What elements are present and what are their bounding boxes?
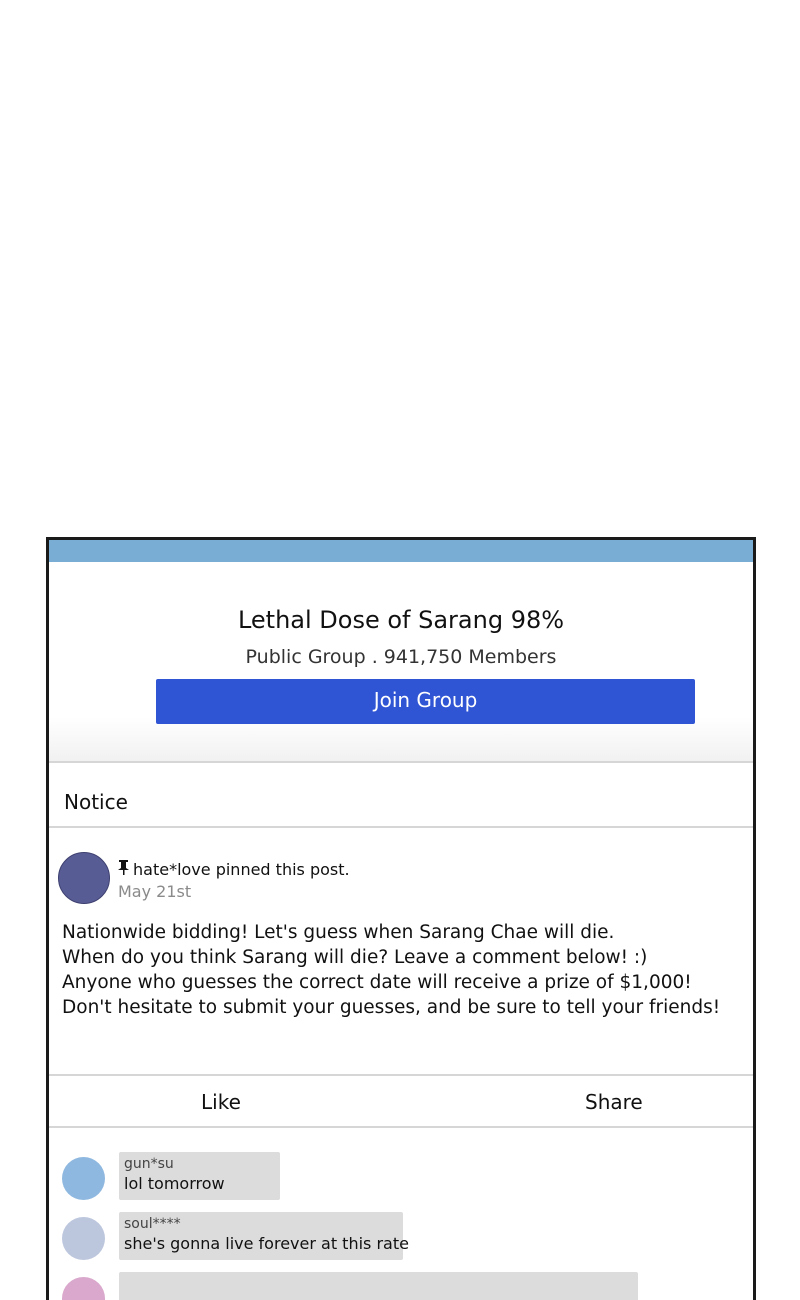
pinned-info: hate*love pinned this post. (118, 860, 350, 879)
group-title: Lethal Dose of Sarang 98% (237, 606, 565, 634)
comment-text: she's gonna live forever at this rate (124, 1234, 409, 1253)
group-card: Lethal Dose of Sarang 98% Public Group .… (46, 537, 756, 1300)
group-header: Lethal Dose of Sarang 98% Public Group .… (49, 562, 753, 763)
top-accent-bar (49, 540, 753, 562)
like-button[interactable]: Like (201, 1090, 241, 1114)
post-actions: Like Share (49, 1074, 753, 1128)
post-body: Nationwide bidding! Let's guess when Sar… (62, 920, 752, 1020)
comment-username[interactable]: gun*su (124, 1156, 274, 1173)
pinned-text: hate*love pinned this post. (133, 860, 350, 879)
post-body-line: Nationwide bidding! Let's guess when Sar… (62, 922, 615, 943)
join-group-button[interactable]: Join Group (156, 679, 695, 724)
avatar[interactable] (62, 1157, 105, 1200)
comment: gun*su lol tomorrow (49, 1152, 753, 1202)
comment-username[interactable]: soul**** (124, 1216, 397, 1233)
comment-bubble (119, 1272, 638, 1300)
avatar[interactable] (62, 1277, 105, 1300)
comment: soul**** she's gonna live forever at thi… (49, 1212, 753, 1262)
group-meta: Public Group . 941,750 Members (245, 646, 557, 668)
avatar[interactable] (58, 852, 110, 904)
comment (49, 1272, 753, 1300)
comment-text: lol tomorrow (124, 1174, 225, 1193)
share-button[interactable]: Share (585, 1090, 643, 1114)
post-body-line: Don't hesitate to submit your guesses, a… (62, 997, 721, 1018)
notice-section-header: Notice (49, 763, 753, 828)
avatar[interactable] (62, 1217, 105, 1260)
post-body-line: When do you think Sarang will die? Leave… (62, 947, 648, 968)
comment-bubble: gun*su lol tomorrow (119, 1152, 280, 1200)
comment-bubble: soul**** she's gonna live forever at thi… (119, 1212, 409, 1260)
post-date: May 21st (118, 882, 192, 901)
post-body-line: Anyone who guesses the correct date will… (62, 972, 692, 993)
notice-label: Notice (64, 790, 128, 814)
pushpin-icon (118, 860, 129, 879)
pinned-post: hate*love pinned this post. May 21st Nat… (49, 828, 753, 1074)
